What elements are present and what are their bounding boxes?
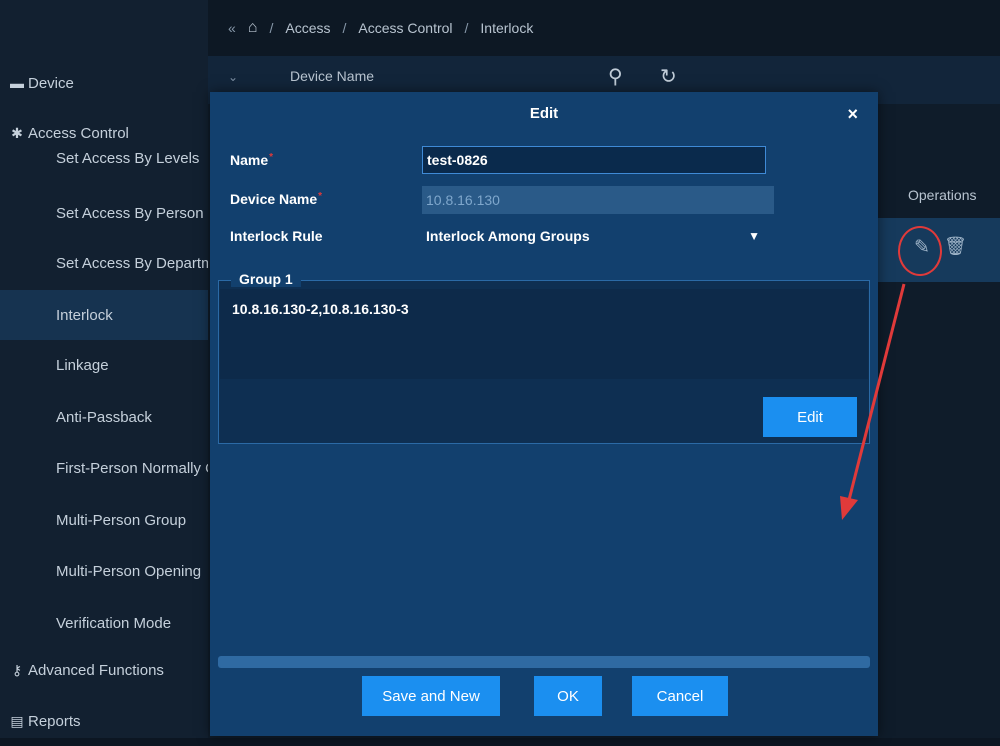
- device-icon: ▬: [10, 75, 24, 91]
- device-name-label: Device Name: [230, 191, 318, 207]
- sidebar-item-interlock[interactable]: Interlock: [0, 290, 208, 340]
- dialog-header: Edit ×: [210, 92, 878, 134]
- breadcrumb-separator: /: [464, 20, 469, 36]
- table-row[interactable]: ✎ 🗑: [878, 218, 1000, 282]
- sidebar-item-label: Anti-Passback: [56, 408, 152, 426]
- sidebar-item-set-access-by-person[interactable]: Set Access By Person: [0, 188, 208, 238]
- breadcrumb: « ⌂ / Access / Access Control / Interloc…: [208, 0, 1000, 56]
- sidebar-item-label: Verification Mode: [56, 614, 172, 632]
- edit-dialog: Edit × Name* test-0826 Device Name* 10.8…: [210, 92, 878, 736]
- group-members: 10.8.16.130-2,10.8.16.130-3: [220, 289, 868, 379]
- chevron-down-icon: ▼: [748, 229, 760, 243]
- search-label: Device Name: [290, 68, 375, 84]
- required-asterisk: *: [318, 191, 323, 202]
- gear-icon: ✱: [11, 124, 23, 141]
- device-label-row: Device Name*: [230, 191, 322, 207]
- sidebar-item-anti-passback[interactable]: Anti-Passback: [0, 392, 208, 442]
- interlock-rule-label: Interlock Rule: [230, 228, 323, 244]
- sidebar-item-first-person[interactable]: First-Person Normally Open: [0, 443, 208, 493]
- sidebar-item-label: Multi-Person Opening: [56, 562, 202, 580]
- sidebar-item-label: Linkage: [56, 356, 109, 374]
- sidebar-item-advanced-functions[interactable]: ⚷ Advanced Functions: [0, 645, 208, 695]
- sidebar-item-verification-mode[interactable]: Verification Mode: [0, 598, 208, 648]
- sidebar-item-label: Set Access By Department: [56, 254, 208, 272]
- breadcrumb-separator: /: [342, 20, 347, 36]
- name-label: Name: [230, 152, 269, 168]
- required-asterisk: *: [269, 152, 274, 163]
- search-icon[interactable]: ⚲: [608, 64, 623, 89]
- collapse-icon[interactable]: «: [228, 20, 236, 36]
- sidebar-item-multi-person-group[interactable]: Multi-Person Group: [0, 495, 208, 545]
- interlock-rule-value: Interlock Among Groups: [426, 228, 590, 244]
- name-label-row: Name*: [230, 152, 273, 168]
- advanced-icon: ⚷: [11, 661, 23, 678]
- breadcrumb-access-control[interactable]: Access Control: [358, 20, 452, 36]
- ok-button[interactable]: OK: [534, 676, 602, 716]
- sidebar: ▬ Device ✱ Access Control Set Access By …: [0, 0, 208, 738]
- sidebar-item-label: Multi-Person Group: [56, 511, 187, 529]
- device-name-field: 10.8.16.130: [422, 186, 774, 214]
- sidebar-item-label: Set Access By Person: [56, 204, 204, 222]
- sidebar-item-set-access-by-levels[interactable]: Set Access By Levels: [0, 146, 208, 170]
- refresh-icon[interactable]: ↻: [660, 64, 677, 89]
- trash-icon[interactable]: 🗑: [944, 236, 967, 257]
- sidebar-item-label: Interlock: [56, 306, 113, 324]
- edit-icon[interactable]: ✎: [914, 236, 930, 259]
- rule-label-row: Interlock Rule: [230, 228, 323, 244]
- sidebar-item-label: Device: [28, 74, 74, 92]
- chevron-down-icon[interactable]: ⌄: [228, 70, 238, 84]
- dialog-title: Edit: [529, 104, 559, 122]
- sidebar-item-label: Set Access By Levels: [56, 149, 200, 167]
- breadcrumb-separator: /: [269, 20, 274, 36]
- operations-header: Operations: [878, 172, 1000, 218]
- document-icon: ▤: [10, 712, 24, 729]
- group-title: Group 1: [231, 271, 301, 287]
- sidebar-item-reports[interactable]: ▤ Reports: [0, 696, 208, 746]
- cancel-button[interactable]: Cancel: [632, 676, 728, 716]
- sidebar-item-label: First-Person Normally Open: [56, 459, 208, 477]
- name-field[interactable]: test-0826: [422, 146, 766, 174]
- sidebar-item-linkage[interactable]: Linkage: [0, 340, 208, 390]
- breadcrumb-access[interactable]: Access: [285, 20, 330, 36]
- sidebar-item-device[interactable]: ▬ Device: [0, 58, 208, 108]
- group-panel: Group 1 10.8.16.130-2,10.8.16.130-3 Edit: [218, 271, 870, 444]
- sidebar-item-label: Advanced Functions: [28, 661, 164, 679]
- sidebar-item-label: Reports: [28, 712, 81, 730]
- group-edit-button[interactable]: Edit: [763, 397, 857, 437]
- sidebar-item-set-access-by-department[interactable]: Set Access By Department: [0, 238, 208, 288]
- horizontal-scrollbar[interactable]: [218, 656, 870, 668]
- breadcrumb-interlock: Interlock: [480, 20, 534, 36]
- close-icon[interactable]: ×: [847, 104, 858, 125]
- sidebar-item-multi-person-opening[interactable]: Multi-Person Opening: [0, 546, 208, 596]
- interlock-rule-select[interactable]: Interlock Among Groups ▼: [422, 222, 766, 250]
- home-icon[interactable]: ⌂: [248, 19, 258, 37]
- sidebar-item-label: Access Control: [28, 124, 129, 142]
- save-and-new-button[interactable]: Save and New: [362, 676, 500, 716]
